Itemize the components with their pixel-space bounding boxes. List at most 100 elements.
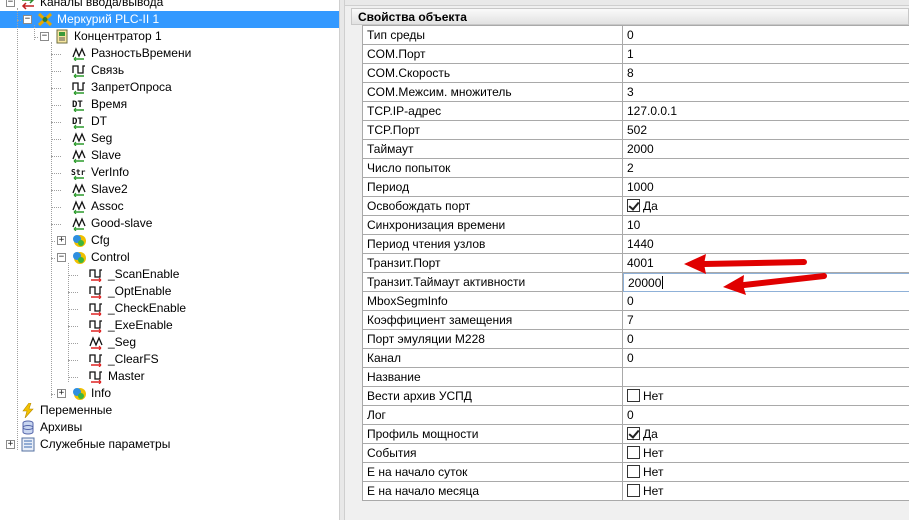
property-value[interactable]: 2000 <box>623 140 909 159</box>
property-value[interactable]: 502 <box>623 121 909 140</box>
property-row[interactable]: События Нет <box>363 444 909 463</box>
property-row[interactable]: Синхронизация времени 10 <box>363 216 909 235</box>
tree-item[interactable]: + Cfg <box>0 232 339 249</box>
tree-item[interactable]: Master <box>0 368 339 385</box>
tree-item[interactable]: РазностьВремени <box>0 45 339 62</box>
property-value[interactable]: 3 <box>623 83 909 102</box>
property-row[interactable]: COM.Порт 1 <box>363 45 909 64</box>
property-name: Е на начало суток <box>363 463 623 482</box>
collapse-icon[interactable]: − <box>23 15 32 24</box>
property-row[interactable]: Таймаут 2000 <box>363 140 909 159</box>
property-value-text: 1440 <box>627 237 654 251</box>
property-row[interactable]: Название <box>363 368 909 387</box>
property-row[interactable]: Период 1000 <box>363 178 909 197</box>
tree-item[interactable]: Good-slave <box>0 215 339 232</box>
tree-item[interactable]: Assoc <box>0 198 339 215</box>
tree-item[interactable]: Переменные <box>0 402 339 419</box>
property-row[interactable]: Освобождать порт Да <box>363 197 909 216</box>
tree-item[interactable]: _CheckEnable <box>0 300 339 317</box>
property-value[interactable] <box>623 368 909 387</box>
property-value[interactable]: 10 <box>623 216 909 235</box>
tree-item[interactable]: _Seg <box>0 334 339 351</box>
property-value[interactable]: 8 <box>623 64 909 83</box>
collapse-icon[interactable]: − <box>40 32 49 41</box>
tree-item[interactable]: DT DT <box>0 113 339 130</box>
tree-item[interactable]: Slave2 <box>0 181 339 198</box>
property-row[interactable]: TCP.IP-адрес 127.0.0.1 <box>363 102 909 121</box>
property-value-text: Да <box>643 199 658 213</box>
property-row[interactable]: Период чтения узлов 1440 <box>363 235 909 254</box>
tree-item[interactable]: Str VerInfo <box>0 164 339 181</box>
tree-item[interactable]: − Control <box>0 249 339 266</box>
tree-item[interactable]: DT Время <box>0 96 339 113</box>
analog-signal-icon <box>71 46 87 62</box>
tree-item[interactable]: + Info <box>0 385 339 402</box>
property-row[interactable]: Лог 0 <box>363 406 909 425</box>
checkbox-unchecked-icon[interactable] <box>627 465 640 478</box>
property-checkbox-value[interactable]: Да <box>623 197 909 216</box>
property-row[interactable]: Тип среды 0 <box>363 26 909 45</box>
tree-item[interactable]: Архивы <box>0 419 339 436</box>
tree-item[interactable]: − Концентратор 1 <box>0 28 339 45</box>
collapse-icon[interactable]: − <box>6 0 15 7</box>
discrete-output-icon <box>88 369 104 385</box>
property-row[interactable]: Коэффициент замещения 7 <box>363 311 909 330</box>
expand-icon[interactable]: + <box>57 389 66 398</box>
analog-signal-icon <box>71 131 87 147</box>
tree-item-label: Master <box>108 369 145 383</box>
tree-item[interactable]: ЗапретОпроса <box>0 79 339 96</box>
property-checkbox-value[interactable]: Да <box>623 425 909 444</box>
tree-item[interactable]: − Меркурий PLC-II 1 <box>0 11 339 28</box>
property-checkbox-value[interactable]: Нет <box>623 482 909 501</box>
object-tree[interactable]: − Каналы ввода/вывода − Меркурий PLC-II 1− К… <box>0 0 339 520</box>
property-row[interactable]: Канал 0 <box>363 349 909 368</box>
tree-item[interactable]: _ExeEnable <box>0 317 339 334</box>
property-value[interactable]: 127.0.0.1 <box>623 102 909 121</box>
property-value[interactable]: 1000 <box>623 178 909 197</box>
collapse-icon[interactable]: − <box>57 253 66 262</box>
datetime-signal-icon: DT <box>71 114 87 130</box>
expand-icon[interactable]: + <box>57 236 66 245</box>
tree-item-label: DT <box>91 114 107 128</box>
tree-item[interactable]: + Служебные параметры <box>0 436 339 453</box>
property-row[interactable]: Е на начало месяца Нет <box>363 482 909 501</box>
checkbox-unchecked-icon[interactable] <box>627 389 640 402</box>
property-value-text: Да <box>643 427 658 441</box>
property-row[interactable]: Е на начало суток Нет <box>363 463 909 482</box>
tree-item[interactable]: _OptEnable <box>0 283 339 300</box>
checkbox-checked-icon[interactable] <box>627 199 640 212</box>
property-row[interactable]: Профиль мощности Да <box>363 425 909 444</box>
tree-item[interactable]: − Каналы ввода/вывода <box>0 0 339 11</box>
property-value-text: Нет <box>643 446 664 460</box>
property-checkbox-value[interactable]: Нет <box>623 444 909 463</box>
tree-item-label: Good-slave <box>91 216 153 230</box>
checkbox-unchecked-icon[interactable] <box>627 484 640 497</box>
property-value[interactable]: 7 <box>623 311 909 330</box>
property-checkbox-value[interactable]: Нет <box>623 387 909 406</box>
property-row[interactable]: Число попыток 2 <box>363 159 909 178</box>
property-value[interactable]: 2 <box>623 159 909 178</box>
property-row[interactable]: TCP.Порт 502 <box>363 121 909 140</box>
property-value[interactable]: 0 <box>623 330 909 349</box>
property-row[interactable]: Вести архив УСПД Нет <box>363 387 909 406</box>
property-row[interactable]: Порт эмуляции M228 0 <box>363 330 909 349</box>
property-value[interactable]: 0 <box>623 26 909 45</box>
tree-item[interactable]: Slave <box>0 147 339 164</box>
property-row[interactable]: COM.Межсим. множитель 3 <box>363 83 909 102</box>
property-value[interactable]: 0 <box>623 349 909 368</box>
tree-item[interactable]: Связь <box>0 62 339 79</box>
property-checkbox-value[interactable]: Нет <box>623 463 909 482</box>
property-value[interactable]: 0 <box>623 406 909 425</box>
discrete-output-icon <box>88 267 104 283</box>
property-name: COM.Скорость <box>363 64 623 83</box>
tree-item[interactable]: Seg <box>0 130 339 147</box>
tree-item[interactable]: _ScanEnable <box>0 266 339 283</box>
tree-item-label: ЗапретОпроса <box>91 80 172 94</box>
property-value[interactable]: 1 <box>623 45 909 64</box>
expand-icon[interactable]: + <box>6 440 15 449</box>
checkbox-unchecked-icon[interactable] <box>627 446 640 459</box>
property-value-text: 7 <box>627 313 634 327</box>
property-row[interactable]: COM.Скорость 8 <box>363 64 909 83</box>
checkbox-checked-icon[interactable] <box>627 427 640 440</box>
tree-item[interactable]: _ClearFS <box>0 351 339 368</box>
